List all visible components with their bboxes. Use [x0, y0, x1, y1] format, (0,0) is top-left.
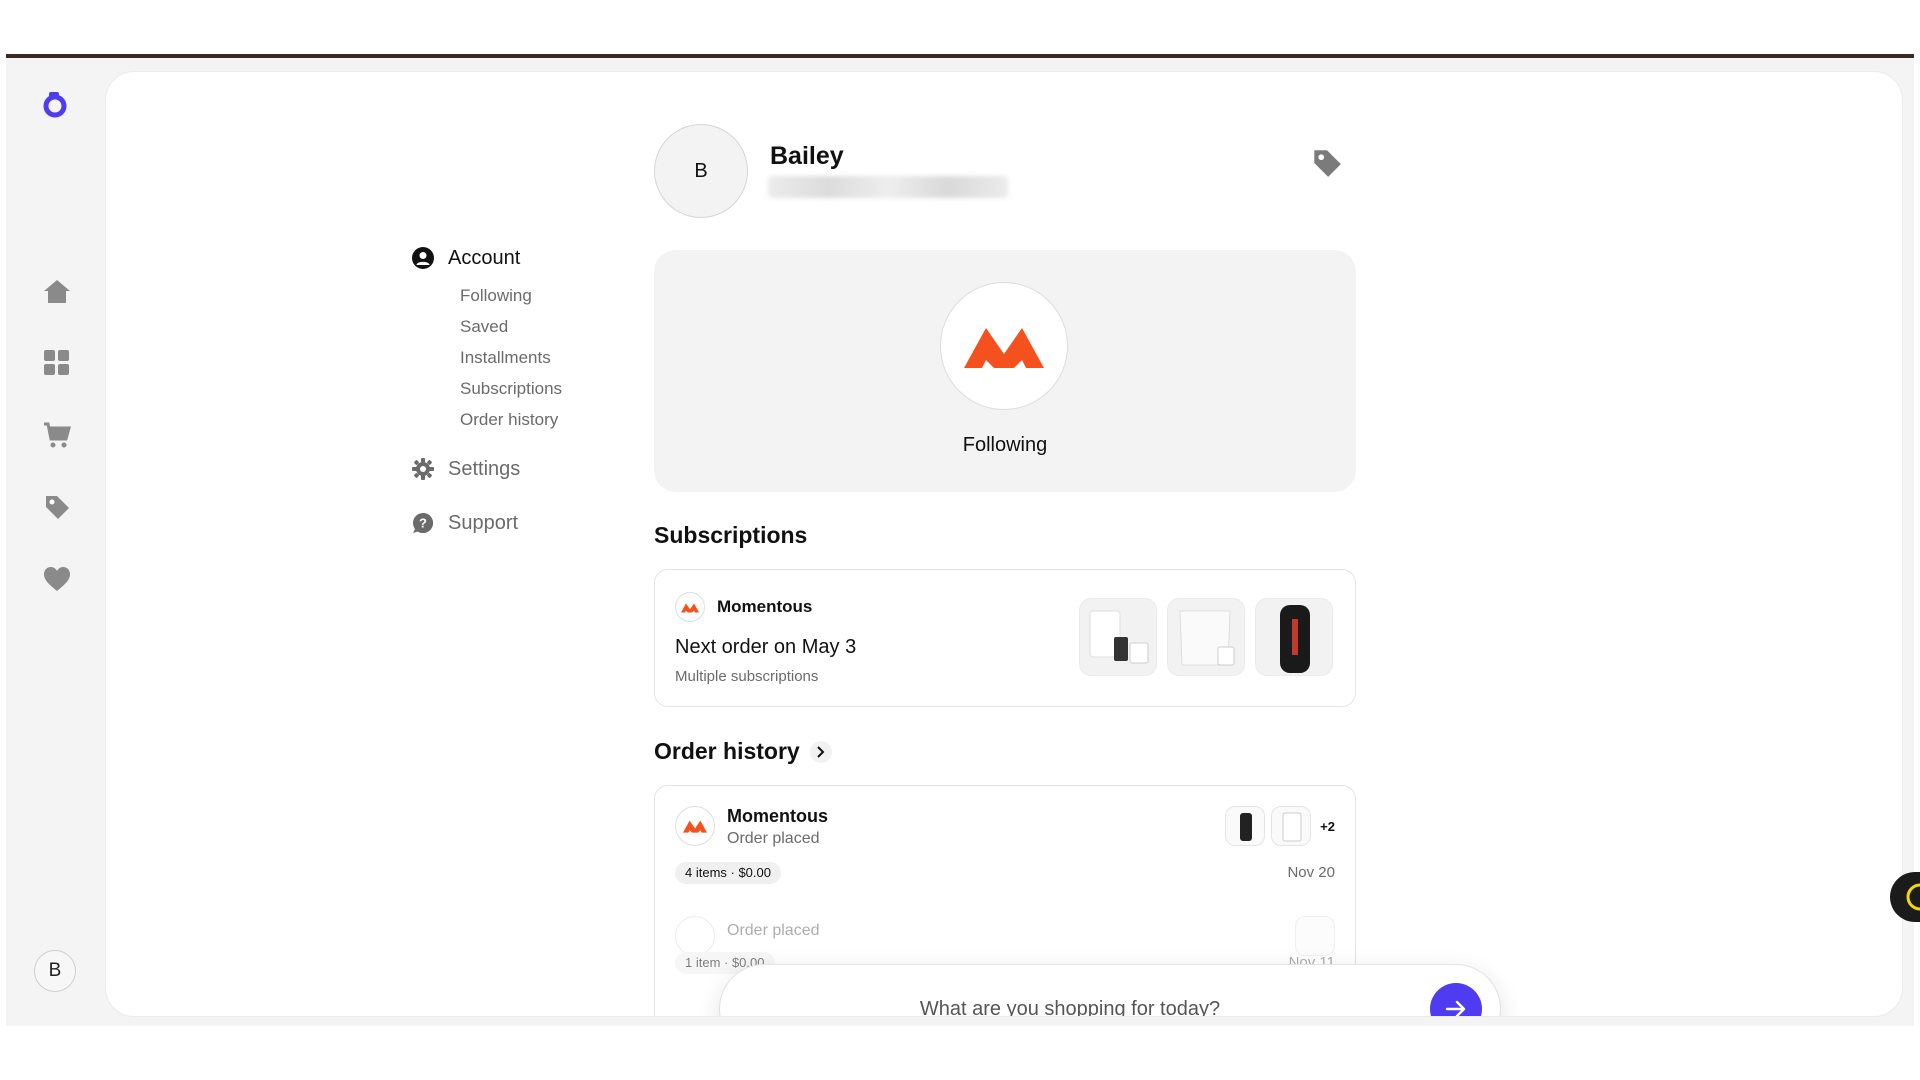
profile-email-redacted — [768, 176, 1008, 198]
subscriptions-title: Subscriptions — [654, 522, 808, 548]
tag-icon[interactable] — [42, 492, 72, 522]
arrow-right-icon — [1445, 1000, 1466, 1016]
sidebar-item-saved[interactable]: Saved — [460, 311, 612, 342]
sidebar-item-settings[interactable]: Settings — [412, 453, 612, 485]
left-rail: B — [6, 58, 106, 1026]
account-icon — [412, 247, 434, 269]
more-items-count: +2 — [1320, 819, 1335, 834]
main-panel: Account Following Saved Installments Sub… — [106, 72, 1902, 1016]
sidebar-item-subscriptions[interactable]: Subscriptions — [460, 373, 612, 404]
next-order-text: Next order on May 3 — [675, 636, 857, 658]
heart-icon[interactable] — [42, 564, 72, 594]
order-date: Nov 20 — [1287, 864, 1335, 881]
subscription-detail: Multiple subscriptions — [675, 668, 819, 685]
product-thumbnail — [1167, 598, 1245, 676]
subscription-brand: Momentous — [717, 597, 813, 616]
home-icon[interactable] — [42, 276, 72, 306]
chevron-right-icon — [809, 740, 832, 763]
order-summary-pill: 4 items · $0.00 — [675, 862, 781, 884]
help-icon: ? — [412, 512, 434, 534]
avatar-initial: B — [48, 960, 62, 981]
following-card[interactable]: Following — [654, 250, 1356, 492]
sidebar-item-following[interactable]: Following — [460, 280, 612, 311]
order-history-title: Order history — [654, 738, 800, 764]
search-input[interactable] — [760, 965, 1380, 1016]
gear-icon — [412, 458, 434, 480]
sidebar-support-label: Support — [448, 511, 519, 534]
brand-icon — [675, 916, 715, 956]
sidebar-item-account[interactable]: Account — [412, 242, 612, 274]
sidebar-item-installments[interactable]: Installments — [460, 342, 612, 373]
momentous-brand-icon — [675, 806, 715, 846]
order-brand: Momentous — [727, 806, 828, 826]
grid-icon[interactable] — [42, 348, 72, 378]
following-label: Following — [962, 434, 1048, 456]
profile-header: B Bailey — [654, 124, 1354, 218]
order-history-header[interactable]: Order history — [654, 738, 832, 765]
floating-assistant-button[interactable] — [1890, 872, 1920, 922]
tag-icon[interactable] — [1312, 148, 1342, 178]
sidebar-settings-label: Settings — [448, 457, 521, 480]
logo-icon[interactable] — [40, 90, 70, 120]
order-status: Order placed — [727, 830, 820, 847]
product-thumbnail — [1255, 598, 1333, 676]
product-thumbnail — [1079, 598, 1157, 676]
user-avatar-button[interactable]: B — [34, 950, 76, 992]
sidebar-item-support[interactable]: ? Support — [412, 507, 612, 539]
account-sidebar: Account Following Saved Installments Sub… — [412, 242, 612, 539]
momentous-brand-icon — [675, 592, 705, 622]
profile-name: Bailey — [770, 142, 844, 170]
order-product-thumbnail — [1295, 916, 1335, 956]
profile-avatar[interactable]: B — [654, 124, 748, 218]
sidebar-account-label: Account — [448, 246, 521, 269]
shopping-search-bar — [720, 965, 1500, 1016]
subscription-card[interactable]: Momentous Next order on May 3 Multiple s… — [654, 569, 1356, 707]
cart-icon[interactable] — [42, 420, 72, 450]
order-status: Order placed — [727, 922, 820, 939]
momentous-logo — [940, 282, 1068, 410]
profile-initial: B — [694, 159, 708, 182]
page-bottom — [0, 1026, 1920, 1080]
sidebar-item-order-history[interactable]: Order history — [460, 404, 612, 435]
submit-search-button[interactable] — [1430, 983, 1482, 1016]
svg-text:?: ? — [419, 516, 427, 531]
order-product-thumbnail — [1271, 806, 1311, 846]
order-product-thumbnail — [1225, 806, 1265, 846]
